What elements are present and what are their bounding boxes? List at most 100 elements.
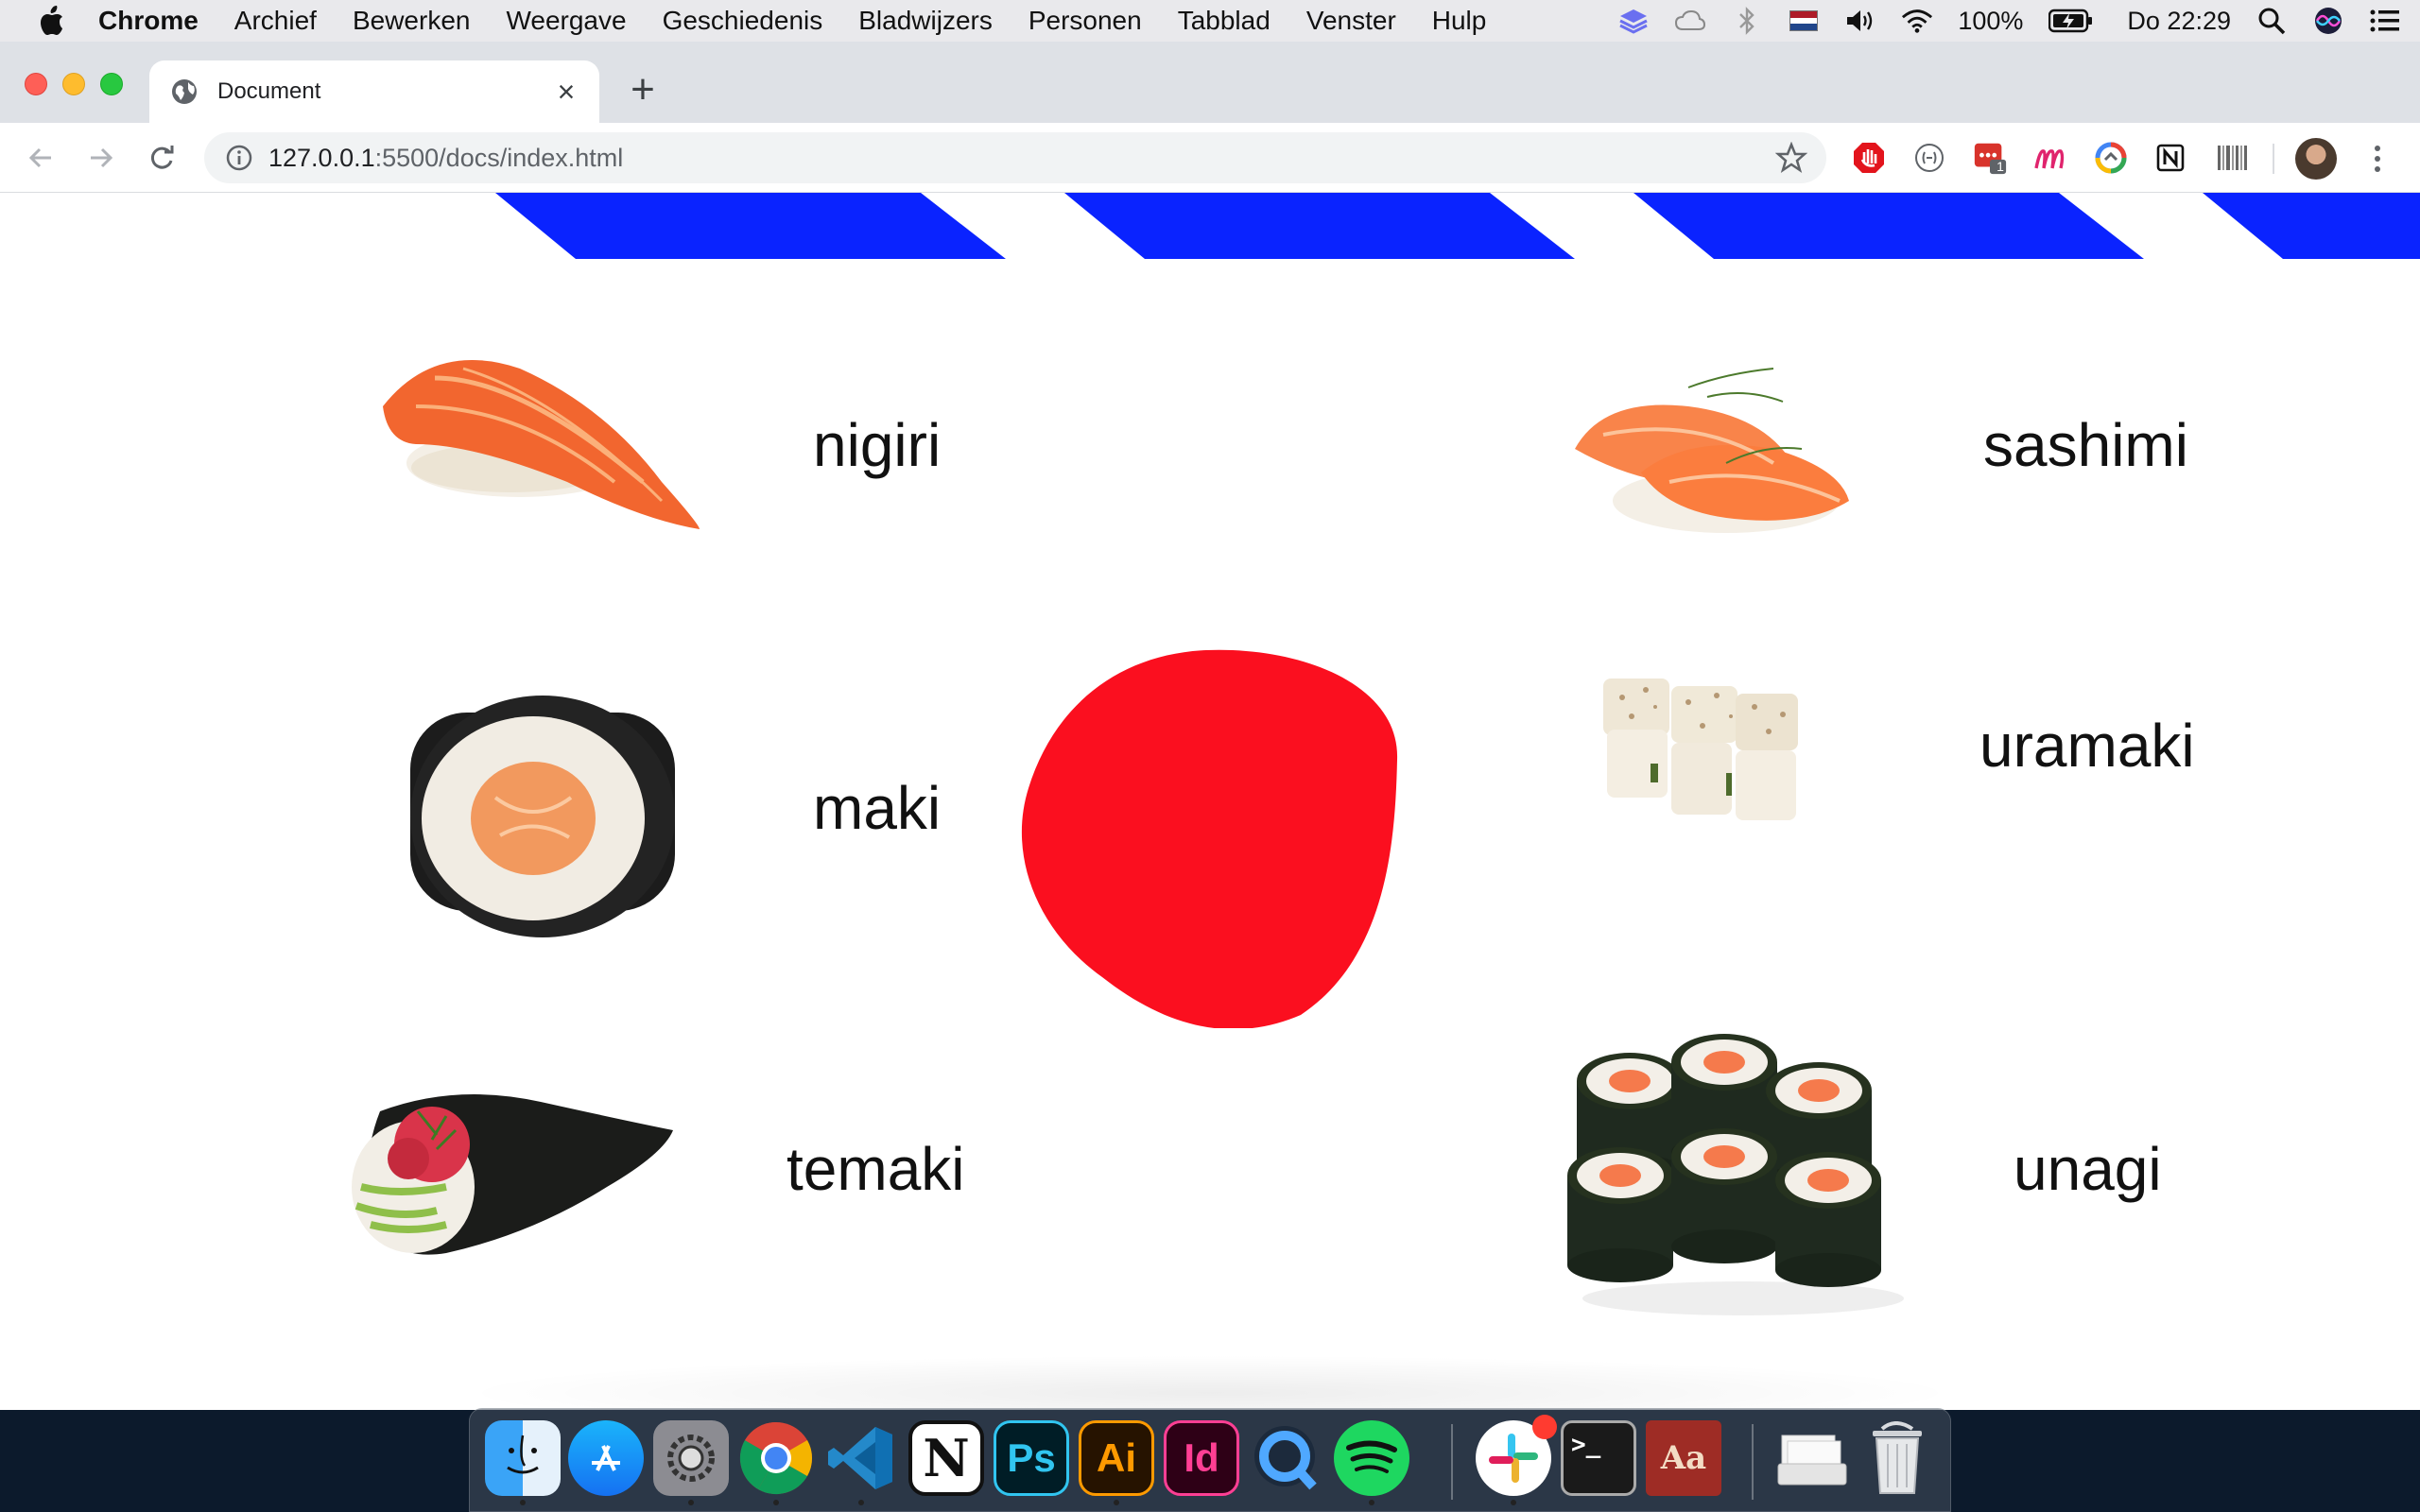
minimize-window-button[interactable] bbox=[62, 73, 85, 95]
siri-icon[interactable] bbox=[2312, 7, 2344, 35]
clock[interactable]: Do 22:29 bbox=[2127, 7, 2231, 36]
page-viewport: nigiri sashimi maki uramaki temaki unagi bbox=[0, 193, 2420, 1410]
unagi-image bbox=[1567, 1034, 1904, 1315]
bookmark-star-icon[interactable] bbox=[1775, 142, 1807, 174]
stripe-band-segment bbox=[1634, 193, 2144, 259]
battery-percentage: 100% bbox=[1958, 6, 2024, 35]
new-tab-button[interactable]: + bbox=[624, 69, 662, 111]
red-blob-shape bbox=[1022, 649, 1398, 1028]
dictionary-icon[interactable]: Aa bbox=[1646, 1420, 1721, 1496]
tab-title: Document bbox=[217, 78, 321, 104]
toolbar-divider bbox=[2273, 144, 2274, 174]
url-host: 127.0.0.1 bbox=[268, 143, 375, 172]
language-flag-icon[interactable] bbox=[1788, 7, 1820, 35]
bracket-extension-icon[interactable] bbox=[1911, 140, 1947, 176]
spotify-icon[interactable] bbox=[1334, 1420, 1409, 1496]
forward-button[interactable] bbox=[85, 142, 117, 174]
notion-extension-icon[interactable] bbox=[2153, 140, 2189, 176]
menu-hulp[interactable]: Hulp bbox=[1432, 6, 1487, 36]
menu-app-name[interactable]: Chrome bbox=[98, 6, 199, 36]
app-store-icon[interactable] bbox=[568, 1420, 644, 1496]
spotlight-search-icon[interactable] bbox=[2256, 7, 2288, 35]
barcode-extension-icon[interactable] bbox=[2214, 140, 2250, 176]
menu-geschiedenis[interactable]: Geschiedenis bbox=[663, 6, 823, 36]
quicktime-icon[interactable] bbox=[1249, 1420, 1324, 1496]
photoshop-icon[interactable]: Ps bbox=[994, 1420, 1069, 1496]
running-indicator bbox=[1511, 1500, 1516, 1505]
stripe-band-segment bbox=[2203, 193, 2420, 259]
menu-bewerken[interactable]: Bewerken bbox=[353, 6, 471, 36]
menu-venster[interactable]: Venster bbox=[1306, 6, 1396, 36]
tab-close-icon[interactable]: × bbox=[552, 77, 580, 107]
url-text: 127.0.0.1:5500/docs/index.html bbox=[268, 144, 623, 173]
terminal-prompt: >_ bbox=[1571, 1431, 1601, 1459]
menu-bladwijzers[interactable]: Bladwijzers bbox=[858, 6, 993, 36]
stripe-band-segment bbox=[1064, 193, 1575, 259]
chrome-window: Document × + 127.0.0.1:5500/docs/index.h… bbox=[0, 42, 2420, 1410]
indesign-icon[interactable]: Id bbox=[1164, 1420, 1239, 1496]
wifi-icon[interactable] bbox=[1901, 7, 1933, 35]
macos-menu-bar: Chrome Archief Bewerken Weergave Geschie… bbox=[0, 0, 2420, 42]
notification-badge bbox=[1532, 1415, 1557, 1439]
unagi-roll-piece bbox=[1567, 1147, 1673, 1282]
reload-button[interactable] bbox=[146, 142, 178, 174]
stripe-band-segment bbox=[495, 193, 1006, 259]
vscode-icon[interactable] bbox=[823, 1420, 899, 1496]
creative-cloud-icon[interactable] bbox=[1674, 7, 1706, 35]
url-path: :5500/docs/index.html bbox=[374, 143, 624, 172]
running-indicator bbox=[520, 1500, 526, 1505]
m-extension-icon[interactable] bbox=[2032, 140, 2068, 176]
volume-icon[interactable] bbox=[1844, 7, 1876, 35]
downloads-icon[interactable] bbox=[1774, 1420, 1850, 1496]
trash-icon[interactable] bbox=[1859, 1420, 1935, 1496]
notification-center-icon[interactable] bbox=[2369, 7, 2401, 35]
dock-divider bbox=[1752, 1424, 1754, 1500]
chrome-menu-button[interactable] bbox=[2363, 138, 2392, 180]
tab-document[interactable]: Document × bbox=[149, 60, 599, 123]
unagi-roll-piece bbox=[1671, 1128, 1777, 1263]
todo-extension-icon[interactable]: 1 bbox=[1972, 140, 2008, 176]
label-temaki: temaki bbox=[786, 1135, 965, 1203]
photoshop-label: Ps bbox=[1007, 1435, 1056, 1480]
menu-weergave[interactable]: Weergave bbox=[506, 6, 626, 36]
menu-personen[interactable]: Personen bbox=[1028, 6, 1142, 36]
uramaki-image bbox=[1603, 679, 1798, 820]
browser-toolbar: 127.0.0.1:5500/docs/index.html 1 bbox=[0, 123, 2420, 193]
site-info-icon[interactable] bbox=[225, 144, 253, 172]
dock-divider bbox=[1451, 1424, 1453, 1500]
label-uramaki: uramaki bbox=[1979, 712, 2195, 780]
decorative-stripe-band bbox=[495, 193, 2420, 259]
label-maki: maki bbox=[813, 774, 942, 842]
finder-icon[interactable] bbox=[485, 1420, 561, 1496]
profile-avatar[interactable] bbox=[2295, 138, 2337, 180]
nigiri-image bbox=[383, 360, 700, 529]
globe-icon bbox=[172, 79, 197, 104]
dictionary-label: Aa bbox=[1660, 1439, 1707, 1477]
status-area: 100% Do 22:29 bbox=[1617, 0, 2401, 42]
bluetooth-icon[interactable] bbox=[1731, 7, 1763, 35]
menu-archief[interactable]: Archief bbox=[234, 6, 317, 36]
adblock-extension-icon[interactable] bbox=[1851, 140, 1887, 176]
battery-icon[interactable] bbox=[2048, 7, 2095, 35]
menu-tabblad[interactable]: Tabblad bbox=[1178, 6, 1270, 36]
back-button[interactable] bbox=[25, 142, 57, 174]
notion-icon[interactable]: N bbox=[908, 1420, 984, 1496]
unagi-roll-piece bbox=[1775, 1152, 1881, 1287]
terminal-icon[interactable]: >_ bbox=[1561, 1420, 1636, 1496]
google-extension-icon[interactable] bbox=[2093, 140, 2129, 176]
label-sashimi: sashimi bbox=[1983, 411, 2188, 479]
temaki-image bbox=[352, 1094, 673, 1255]
sashimi-image bbox=[1575, 368, 1849, 533]
device-shadow bbox=[454, 1355, 1966, 1410]
indesign-label: Id bbox=[1184, 1435, 1219, 1480]
apple-menu-icon[interactable] bbox=[38, 5, 66, 37]
running-indicator bbox=[1114, 1500, 1119, 1505]
address-bar[interactable]: 127.0.0.1:5500/docs/index.html bbox=[204, 132, 1826, 183]
illustrator-icon[interactable]: Ai bbox=[1079, 1420, 1154, 1496]
layers-icon[interactable] bbox=[1617, 7, 1650, 35]
close-window-button[interactable] bbox=[25, 73, 47, 95]
slack-icon[interactable] bbox=[1476, 1415, 1557, 1496]
system-preferences-icon[interactable] bbox=[653, 1420, 729, 1496]
fullscreen-window-button[interactable] bbox=[100, 73, 123, 95]
chrome-icon[interactable] bbox=[738, 1420, 814, 1496]
